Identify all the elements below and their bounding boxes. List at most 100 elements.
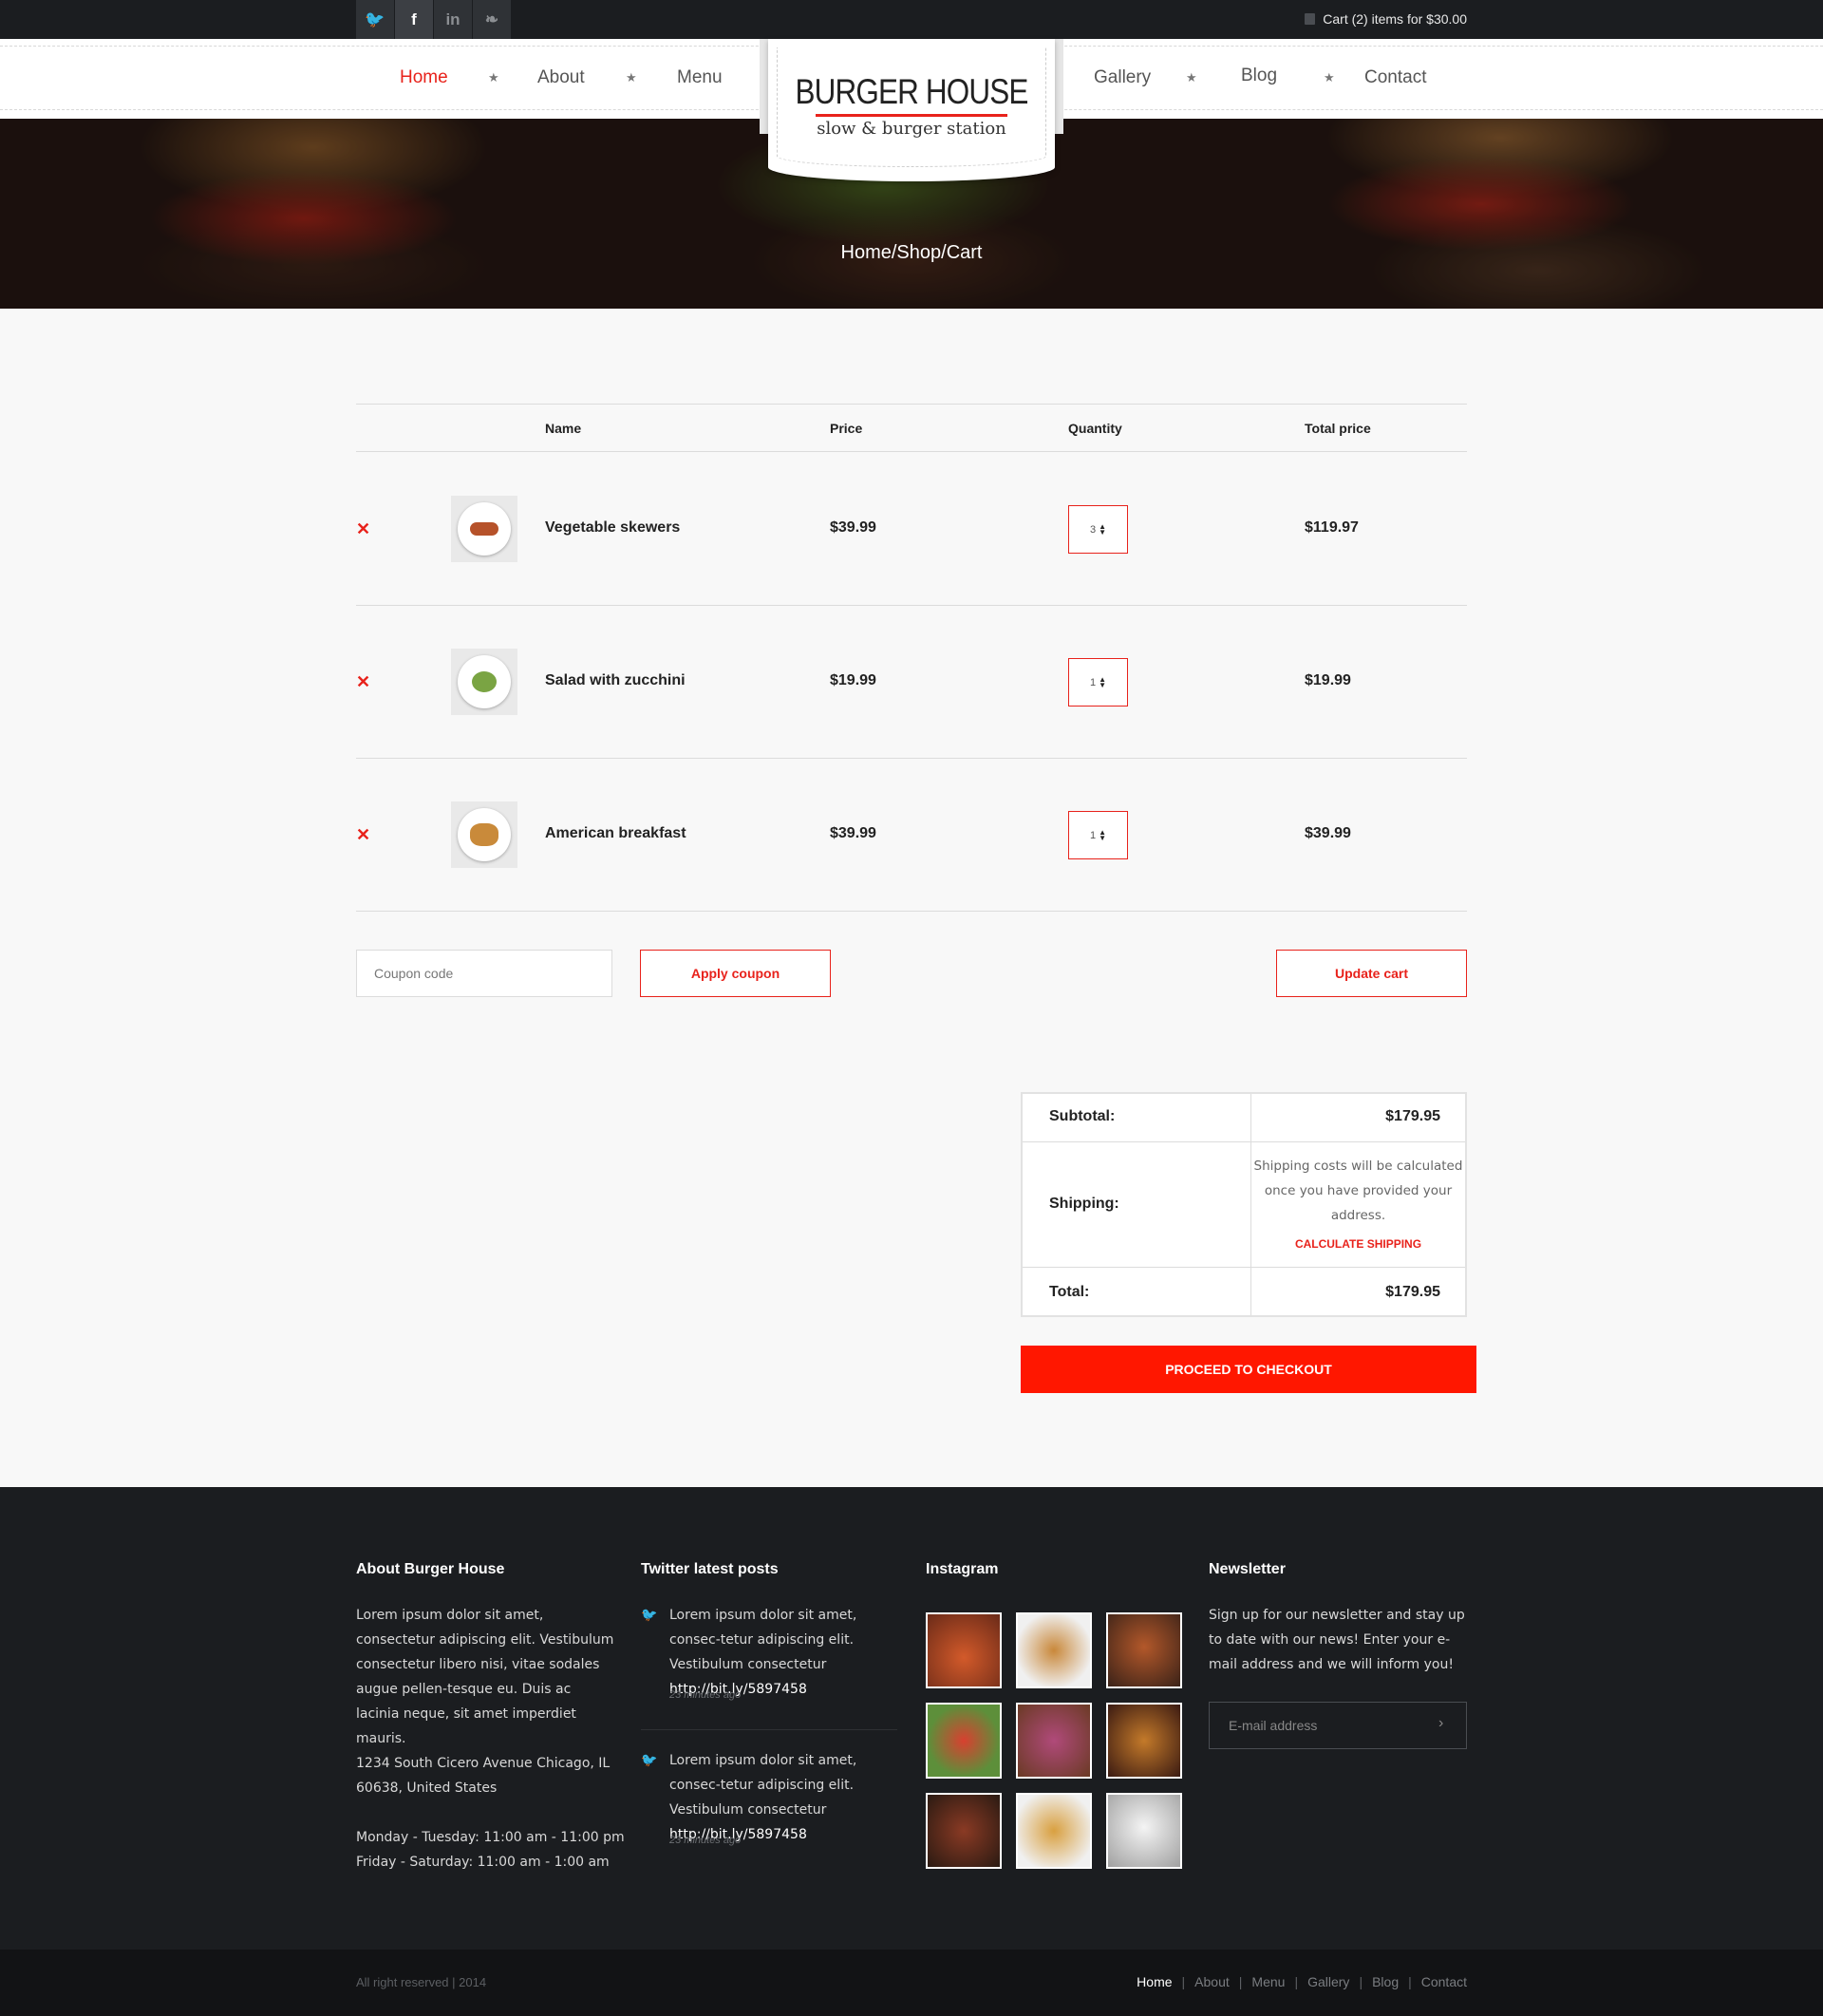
- remove-icon[interactable]: ✕: [356, 825, 370, 845]
- product-thumbnail[interactable]: [451, 496, 517, 562]
- footer-about-text: Lorem ipsum dolor sit amet, consectetur …: [356, 1608, 614, 1746]
- nav-about[interactable]: About: [537, 67, 585, 88]
- quantity-stepper[interactable]: 1 ▲ ▼: [1068, 658, 1128, 707]
- product-thumbnail[interactable]: [451, 649, 517, 715]
- logo-tagline: slow & burger station: [817, 119, 1006, 139]
- column-header-quantity: Quantity: [1068, 421, 1122, 436]
- shipping-note: Shipping costs will be calculated once y…: [1253, 1159, 1463, 1223]
- quantity-stepper[interactable]: 1 ▲ ▼: [1068, 811, 1128, 859]
- footer-address: 1234 South Cicero Avenue Chicago, IL 606…: [356, 1756, 611, 1796]
- calculate-shipping-link[interactable]: CALCULATE SHIPPING: [1251, 1237, 1465, 1251]
- evernote-icon[interactable]: ❧: [473, 0, 512, 39]
- row-total: $39.99: [1305, 825, 1351, 841]
- footer-newsletter-title: Newsletter: [1209, 1561, 1286, 1577]
- footer-nav-home[interactable]: Home: [1137, 1974, 1172, 1989]
- logo-underline: [816, 114, 1007, 117]
- instagram-photo[interactable]: [926, 1703, 1002, 1779]
- tweet-time: 23 minutes ago: [669, 1835, 742, 1846]
- twitter-icon[interactable]: 🐦: [356, 0, 395, 39]
- stepper-arrows-icon[interactable]: ▲ ▼: [1099, 522, 1106, 536]
- instagram-photo[interactable]: [926, 1612, 1002, 1688]
- nav-home[interactable]: Home: [400, 67, 448, 88]
- tweet-text: Lorem ipsum dolor sit amet, consec-tetur…: [669, 1748, 902, 1847]
- product-price: $39.99: [830, 825, 876, 841]
- tweet-time: 23 minutes ago: [669, 1689, 742, 1701]
- facebook-icon[interactable]: f: [395, 0, 434, 39]
- footer-nav-about[interactable]: About: [1194, 1974, 1230, 1989]
- product-name[interactable]: American breakfast: [545, 825, 686, 842]
- nav-contact[interactable]: Contact: [1364, 67, 1426, 88]
- separator: |: [1181, 1974, 1186, 1989]
- stepper-arrows-icon[interactable]: ▲ ▼: [1099, 828, 1106, 841]
- product-price: $19.99: [830, 672, 876, 688]
- total-value: $179.95: [1385, 1284, 1440, 1300]
- stepper-arrows-icon[interactable]: ▲ ▼: [1099, 675, 1106, 688]
- star-icon: ★: [626, 70, 637, 85]
- separator: |: [1294, 1974, 1299, 1989]
- nav-blog[interactable]: Blog: [1241, 66, 1277, 86]
- product-name[interactable]: Salad with zucchini: [545, 672, 686, 689]
- nav-gallery[interactable]: Gallery: [1094, 67, 1151, 88]
- update-cart-button[interactable]: Update cart: [1276, 950, 1467, 997]
- instagram-photo[interactable]: [926, 1793, 1002, 1869]
- row-total: $119.97: [1305, 519, 1359, 536]
- quantity-value: 3: [1089, 523, 1097, 536]
- twitter-icon: 🐦: [641, 1607, 658, 1622]
- plate-image: [458, 808, 511, 861]
- column-header-price: Price: [830, 421, 863, 436]
- plate-image: [458, 502, 511, 556]
- quantity-value: 1: [1089, 829, 1097, 841]
- quantity-stepper[interactable]: 3 ▲ ▼: [1068, 505, 1128, 554]
- footer-twitter-title: Twitter latest posts: [641, 1561, 779, 1577]
- divider: [641, 1729, 897, 1730]
- mini-cart-text: Cart (2) items for $30.00: [1323, 11, 1467, 27]
- chevron-right-icon[interactable]: ›: [1438, 1715, 1443, 1732]
- mini-cart[interactable]: Cart (2) items for $30.00: [1305, 11, 1467, 27]
- column-header-total: Total price: [1305, 421, 1371, 436]
- divider: [1023, 1267, 1465, 1268]
- star-icon: ★: [488, 70, 499, 85]
- twitter-icon: 🐦: [641, 1752, 658, 1767]
- cart-row: ✕ Salad with zucchini $19.99 1 ▲ ▼ $19.99: [356, 606, 1467, 758]
- cart-row: ✕ American breakfast $39.99 1 ▲ ▼ $39.99: [356, 759, 1467, 911]
- quantity-value: 1: [1089, 676, 1097, 688]
- tweet-body: Lorem ipsum dolor sit amet, consec-tetur…: [669, 1753, 857, 1818]
- product-thumbnail[interactable]: [451, 801, 517, 868]
- bottom-bar: All right reserved | 2014 Home | About | M…: [0, 1950, 1823, 2016]
- remove-icon[interactable]: ✕: [356, 519, 370, 539]
- footer-nav: Home | About | Menu | Gallery | Blog | Contac…: [1137, 1974, 1467, 1989]
- footer-nav-contact[interactable]: Contact: [1421, 1974, 1467, 1989]
- instagram-grid: [926, 1612, 1182, 1869]
- instagram-photo[interactable]: [1016, 1703, 1092, 1779]
- nav-menu[interactable]: Menu: [677, 67, 723, 88]
- subtotal-value: $179.95: [1385, 1108, 1440, 1124]
- instagram-photo[interactable]: [1106, 1703, 1182, 1779]
- plate-image: [458, 655, 511, 708]
- product-price: $39.99: [830, 519, 876, 536]
- product-name[interactable]: Vegetable skewers: [545, 519, 680, 537]
- newsletter-email-input[interactable]: [1209, 1702, 1467, 1749]
- instagram-photo[interactable]: [1016, 1793, 1092, 1869]
- copyright: All right reserved | 2014: [356, 1975, 487, 1989]
- footer-hours-weekday: Monday - Tuesday: 11:00 am - 11:00 pm: [356, 1830, 625, 1845]
- apply-coupon-button[interactable]: Apply coupon: [640, 950, 831, 997]
- cart-row: ✕ Vegetable skewers $39.99 3 ▲ ▼ $119.97: [356, 453, 1467, 605]
- breadcrumb: Home/Shop/Cart: [840, 242, 983, 263]
- tweet-body: Lorem ipsum dolor sit amet, consec-tetur…: [669, 1608, 857, 1672]
- instagram-photo[interactable]: [1106, 1793, 1182, 1869]
- proceed-to-checkout-button[interactable]: PROCEED TO CHECKOUT: [1021, 1346, 1476, 1393]
- total-label: Total:: [1049, 1284, 1090, 1300]
- footer-nav-gallery[interactable]: Gallery: [1307, 1974, 1349, 1989]
- linkedin-icon[interactable]: in: [434, 0, 473, 39]
- star-icon: ★: [1324, 70, 1335, 85]
- divider: [1023, 1141, 1465, 1142]
- instagram-photo[interactable]: [1106, 1612, 1182, 1688]
- site-logo[interactable]: BURGER HOUSE slow & burger station: [760, 39, 1063, 183]
- remove-icon[interactable]: ✕: [356, 672, 370, 692]
- footer-nav-blog[interactable]: Blog: [1372, 1974, 1399, 1989]
- coupon-code-input[interactable]: [356, 950, 612, 997]
- footer: About Burger House Lorem ipsum dolor sit…: [0, 1487, 1823, 1950]
- separator: |: [1408, 1974, 1412, 1989]
- footer-nav-menu[interactable]: Menu: [1251, 1974, 1285, 1989]
- instagram-photo[interactable]: [1016, 1612, 1092, 1688]
